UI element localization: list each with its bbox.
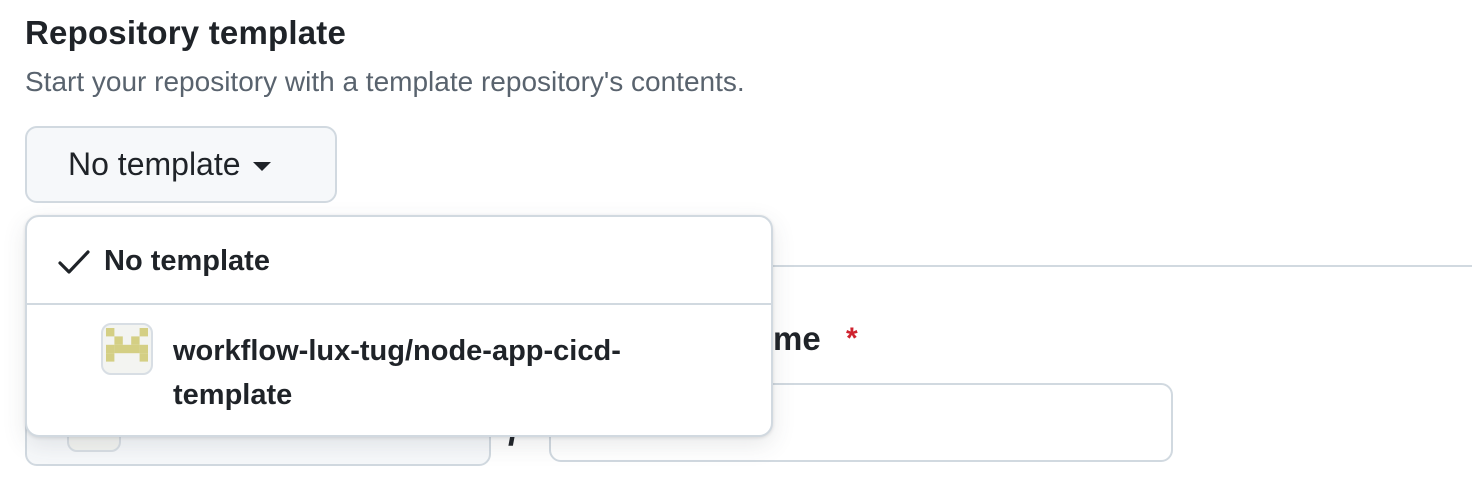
repository-name-label: me xyxy=(773,320,821,357)
repository-template-description: Start your repository with a template re… xyxy=(25,66,745,97)
create-repository-page: Repository template Start your repositor… xyxy=(0,0,1472,484)
template-select-button[interactable]: No template xyxy=(25,126,337,203)
check-icon xyxy=(58,250,90,274)
required-marker: * xyxy=(846,322,858,355)
identicon-icon xyxy=(106,328,148,362)
menu-item-node-app-cicd-template[interactable]: workflow-lux-tug/node-app-cicd-template xyxy=(27,305,771,435)
template-select-label: No template xyxy=(68,146,241,182)
caret-down-icon xyxy=(252,162,271,171)
menu-item-template-label: workflow-lux-tug/node-app-cicd-template xyxy=(173,335,621,411)
menu-item-no-template[interactable]: No template xyxy=(27,217,771,305)
menu-item-no-template-label: No template xyxy=(104,245,270,277)
template-dropdown-menu: No template workflow-lux-tug/node-app-ci… xyxy=(25,215,773,437)
section-divider xyxy=(773,265,1472,267)
template-owner-identicon xyxy=(101,323,153,375)
repository-template-heading: Repository template xyxy=(25,14,347,51)
